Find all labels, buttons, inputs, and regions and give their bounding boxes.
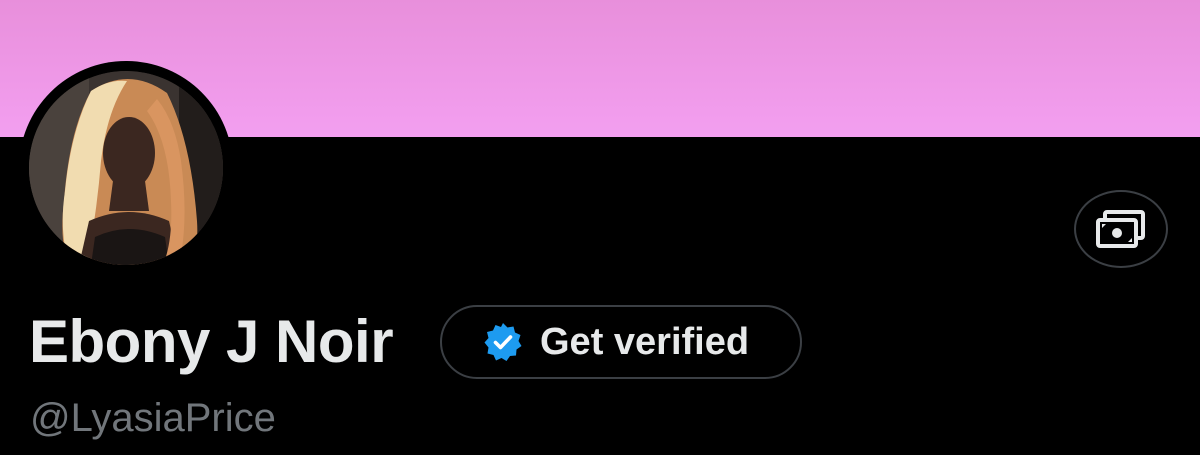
- display-name: Ebony J Noir: [29, 308, 394, 375]
- avatar-ring: [19, 61, 233, 275]
- get-verified-label: Get verified: [540, 320, 750, 363]
- avatar[interactable]: [29, 71, 223, 265]
- profile-header: Ebony J Noir Get verified @LyasiaPrice: [0, 0, 1200, 455]
- verified-badge-icon: [482, 321, 524, 363]
- money-stack-icon: [1096, 210, 1145, 248]
- avatar-photo: [29, 71, 223, 265]
- get-verified-button[interactable]: Get verified: [440, 305, 802, 379]
- monetize-button[interactable]: [1074, 190, 1168, 268]
- profile-handle: @LyasiaPrice: [30, 396, 276, 440]
